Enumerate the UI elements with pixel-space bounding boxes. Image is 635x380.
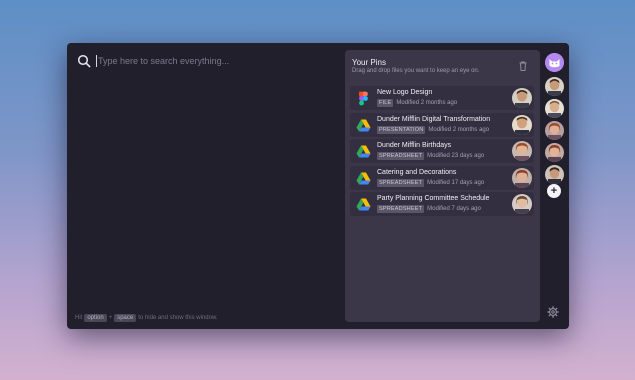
pin-item[interactable]: New Logo Design FILE Modified 2 months a… xyxy=(350,86,534,110)
modified-time: Modified 7 days ago xyxy=(427,206,481,212)
google-drive-icon xyxy=(356,198,371,211)
file-type-badge: FILE xyxy=(377,99,394,107)
pin-item[interactable]: Dunder Mifflin Birthdays SPREADSHEET Mod… xyxy=(350,139,534,163)
add-person-button[interactable]: + xyxy=(547,184,561,198)
people-rail: + xyxy=(544,50,566,322)
modified-time: Modified 17 days ago xyxy=(427,179,485,186)
google-drive-icon xyxy=(356,145,371,158)
avatar[interactable] xyxy=(545,77,564,96)
trash-icon[interactable] xyxy=(517,60,529,72)
pin-title: Catering and Decorations xyxy=(377,168,457,176)
pin-meta: SPREADSHEET Modified 7 days ago xyxy=(377,205,481,213)
file-type-badge: PRESENTATION xyxy=(377,125,426,134)
hint-suffix: to hide and show this window. xyxy=(138,315,218,321)
avatar[interactable] xyxy=(512,88,532,108)
search-icon xyxy=(77,54,91,68)
pin-item[interactable]: Catering and Decorations SPREADSHEET Mod… xyxy=(350,165,534,190)
modified-time: Modified 2 months ago xyxy=(396,100,458,106)
search-bar[interactable] xyxy=(77,53,338,69)
avatar[interactable] xyxy=(545,99,564,118)
pin-meta: PRESENTATION Modified 2 months ago xyxy=(377,125,490,134)
hint-key-option: option xyxy=(84,314,107,322)
avatar[interactable] xyxy=(545,121,564,140)
hint-prefix: Hit xyxy=(75,315,83,321)
pin-title: Dunder Mifflin Birthdays xyxy=(377,142,452,149)
search-input[interactable] xyxy=(98,56,338,66)
google-drive-icon xyxy=(356,119,371,131)
keyboard-hint: Hit option + space to hide and show this… xyxy=(75,314,218,322)
text-caret xyxy=(96,55,97,67)
file-type-badge: SPREADSHEET xyxy=(377,152,425,160)
avatar[interactable] xyxy=(512,167,532,188)
file-type-badge: SPREADSHEET xyxy=(377,205,425,213)
figma-icon xyxy=(359,91,368,106)
pins-panel: Your Pins Drag and drop files you want t… xyxy=(345,50,540,322)
gear-icon[interactable] xyxy=(547,306,559,318)
pin-meta: SPREADSHEET Modified 17 days ago xyxy=(377,178,485,187)
app-window: Hit option + space to hide and show this… xyxy=(67,43,569,329)
avatar[interactable] xyxy=(545,143,564,162)
pin-item[interactable]: Party Planning Committee Schedule SPREAD… xyxy=(350,192,534,216)
pin-title: New Logo Design xyxy=(377,89,433,96)
pin-title: Party Planning Committee Schedule xyxy=(377,195,490,202)
modified-time: Modified 2 months ago xyxy=(428,126,490,133)
modified-time: Modified 23 days ago xyxy=(427,153,485,159)
pin-meta: SPREADSHEET Modified 23 days ago xyxy=(377,152,484,160)
file-type-badge: SPREADSHEET xyxy=(377,178,425,187)
avatar[interactable] xyxy=(545,165,564,184)
pins-subtitle: Drag and drop files you want to keep an … xyxy=(352,68,480,74)
pin-item[interactable]: Dunder Mifflin Digital Transformation PR… xyxy=(350,112,534,137)
avatar[interactable] xyxy=(512,114,532,135)
pins-title: Your Pins xyxy=(352,58,386,67)
hint-key-space: space xyxy=(114,314,137,322)
pin-title: Dunder Mifflin Digital Transformation xyxy=(377,115,491,123)
pin-list: New Logo Design FILE Modified 2 months a… xyxy=(350,86,534,219)
pin-meta: FILE Modified 2 months ago xyxy=(377,99,457,107)
cat-avatar-icon[interactable] xyxy=(545,53,564,72)
google-drive-icon xyxy=(356,172,371,184)
avatar[interactable] xyxy=(512,194,532,214)
avatar[interactable] xyxy=(512,141,532,161)
hint-plus: + xyxy=(108,315,113,321)
